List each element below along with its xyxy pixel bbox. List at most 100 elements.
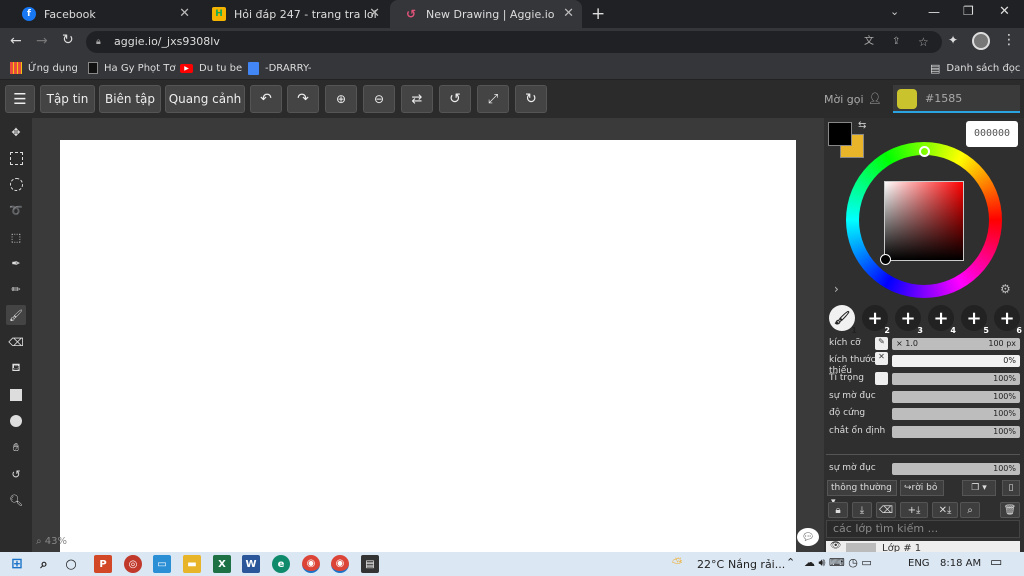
file-menu-button[interactable]: Tập tin xyxy=(40,85,95,113)
ellipse-select-icon[interactable] xyxy=(6,174,26,194)
user-chip[interactable]: #1585 xyxy=(893,85,1020,113)
lasso-icon[interactable]: ➰ xyxy=(6,200,26,220)
profile-avatar[interactable] xyxy=(972,32,990,50)
zoom-tool-icon[interactable]: 🔍︎ xyxy=(6,490,26,510)
lock-layer-icon[interactable]: 🔒︎ xyxy=(828,502,848,518)
task-view-icon[interactable]: ○ xyxy=(62,555,80,573)
powerpoint-icon[interactable]: P xyxy=(94,555,112,573)
expand-chevron-icon[interactable]: › xyxy=(834,282,839,296)
minimize-icon[interactable]: — xyxy=(928,5,940,19)
rotate-right-icon[interactable]: ↻ xyxy=(515,85,547,113)
clip-button[interactable]: ↪rời bỏ xyxy=(900,480,944,496)
zoom-in-icon[interactable]: ⊕ xyxy=(325,85,357,113)
rotate-left-icon[interactable]: ↺ xyxy=(439,85,471,113)
delete-layer-icon[interactable]: 🗑︎ xyxy=(1000,502,1020,518)
clock[interactable]: 8:18 AM xyxy=(940,558,981,569)
ellipse-tool-icon[interactable] xyxy=(6,411,26,431)
windows-start-icon[interactable]: ⊞ xyxy=(8,555,26,573)
add-user-icon[interactable]: 👤︎ xyxy=(868,92,882,105)
edge-icon[interactable]: e xyxy=(272,555,290,573)
notifications-icon[interactable]: ▭ xyxy=(990,555,1002,570)
zoom-out-icon[interactable]: ⊖ xyxy=(363,85,395,113)
fullscreen-icon[interactable]: ⤢ xyxy=(477,85,509,113)
close-tab-icon[interactable]: ✕ xyxy=(563,6,574,21)
close-tab-icon[interactable]: ✕ xyxy=(179,6,190,21)
search-layers-icon[interactable]: ⌕ xyxy=(960,502,980,518)
search-icon[interactable]: ⌕ xyxy=(35,555,53,573)
bookmark-apps[interactable]: Ứng dụng xyxy=(10,56,78,80)
spacing-checkbox[interactable] xyxy=(875,372,888,385)
spacing-slider[interactable]: 100% xyxy=(892,373,1020,385)
bookmark-star-icon[interactable]: ☆ xyxy=(918,31,929,53)
blend-mode-select[interactable]: thông thường ▾ xyxy=(827,480,897,507)
opacity-slider[interactable]: 100% xyxy=(892,391,1020,403)
min-size-toggle[interactable]: ✕ xyxy=(875,352,888,365)
hue-handle[interactable] xyxy=(919,146,930,157)
reading-list[interactable]: ▤ Danh sách đọc xyxy=(930,56,1020,80)
layer-search-input[interactable]: các lớp tìm kiếm ... xyxy=(826,520,1020,538)
app-icon-dark[interactable]: ▤ xyxy=(361,555,379,573)
redo-icon[interactable]: ↷ xyxy=(287,85,319,113)
brush-slot-5[interactable]: +5 xyxy=(961,305,989,335)
pencil-icon[interactable]: ✏ xyxy=(6,279,26,299)
app-icon-red[interactable]: ◎ xyxy=(124,555,142,573)
language-indicator[interactable]: ENG xyxy=(908,558,930,569)
tab-search-icon[interactable]: ⌄ xyxy=(890,5,899,18)
settings-gear-icon[interactable]: ⚙ xyxy=(1000,282,1011,296)
reload-icon[interactable]: ↻ xyxy=(62,32,74,48)
brush-slot-6[interactable]: +6 xyxy=(994,305,1022,335)
tab-aggie[interactable]: ↺ New Drawing | Aggie.io ✕ xyxy=(390,0,582,28)
hamburger-menu-icon[interactable]: ☰ xyxy=(5,85,35,113)
transform-icon[interactable]: ⬚ xyxy=(6,227,26,247)
brush-slot-3[interactable]: +3 xyxy=(895,305,923,335)
extensions-icon[interactable]: ✦ xyxy=(948,33,958,47)
eraser-icon[interactable]: ⌫ xyxy=(6,332,26,352)
min-size-slider[interactable]: 0% xyxy=(892,355,1020,367)
brush-tool-icon[interactable]: 🖌︎ xyxy=(6,305,26,325)
edit-menu-button[interactable]: Biên tập xyxy=(99,85,161,113)
size-slider[interactable]: × 1.0 100 px xyxy=(892,338,1020,350)
merge-down-icon[interactable]: ⤓ xyxy=(852,502,872,518)
merge-visible-icon[interactable]: +⤓ xyxy=(900,502,928,518)
chrome-icon[interactable]: ◉ xyxy=(331,555,349,573)
drawing-canvas[interactable] xyxy=(60,140,796,552)
weather-icon[interactable]: ⛅︎ xyxy=(672,556,682,571)
stabilizer-slider[interactable]: 100% xyxy=(892,426,1020,438)
back-icon[interactable]: ← xyxy=(10,33,22,49)
address-bar[interactable]: 🔒︎ aggie.io/_jxs9308lv 文 ⇪ ☆ xyxy=(86,31,942,53)
weather-text[interactable]: Nắng rải... xyxy=(728,558,785,571)
new-tab-button[interactable]: + xyxy=(591,4,605,24)
primary-color-swatch[interactable] xyxy=(828,122,852,146)
close-window-icon[interactable]: ✕ xyxy=(999,4,1010,19)
share-icon[interactable]: ⇪ xyxy=(892,31,900,53)
rectangle-tool-icon[interactable] xyxy=(6,385,26,405)
pressure-size-icon[interactable]: ✎ xyxy=(875,337,888,350)
file-explorer-icon[interactable]: ▬ xyxy=(183,555,201,573)
brush-slot-4[interactable]: +4 xyxy=(928,305,956,335)
computer-icon[interactable]: ▭ xyxy=(153,555,171,573)
bookmark-dutube[interactable]: ▶ Du tu be xyxy=(180,56,242,80)
show-hidden-icons[interactable]: ⌃ xyxy=(786,556,795,569)
bookmark-drarry[interactable]: -DRARRY- xyxy=(248,56,311,80)
close-tab-icon[interactable]: ✕ xyxy=(369,6,380,21)
chrome-icon[interactable]: ◉ xyxy=(302,555,320,573)
translate-icon[interactable]: 文 xyxy=(864,31,874,53)
browser-menu-icon[interactable]: ⋮ xyxy=(1002,32,1016,48)
rotate-view-icon[interactable]: ↺ xyxy=(6,464,26,484)
brush-slot-2[interactable]: +2 xyxy=(862,305,890,335)
view-menu-button[interactable]: Quang cảnh xyxy=(165,85,245,113)
weather-temp[interactable]: 22°C xyxy=(697,558,724,571)
clear-layer-icon[interactable]: ⌫ xyxy=(876,502,896,518)
restore-icon[interactable]: ❐ xyxy=(963,4,974,18)
visibility-eye-icon[interactable]: 👁︎ xyxy=(830,541,841,551)
brush-slot-1[interactable]: 🖌︎ 1 xyxy=(829,305,857,335)
invite-label[interactable]: Mời gọi xyxy=(824,93,864,106)
saturation-value-square[interactable] xyxy=(884,181,964,261)
hand-icon[interactable]: ✋︎ xyxy=(6,438,26,458)
move-tool-icon[interactable]: ✥ xyxy=(6,122,26,142)
rect-select-icon[interactable] xyxy=(6,148,26,168)
layer-row[interactable]: 👁︎ Lớp # 1 xyxy=(826,541,1020,552)
bookmark-hagy[interactable]: Ha Gy Phọt Tơ xyxy=(88,56,175,80)
hex-input[interactable]: 000000 xyxy=(966,121,1018,147)
layer-opacity-slider[interactable]: 100% xyxy=(892,463,1020,475)
